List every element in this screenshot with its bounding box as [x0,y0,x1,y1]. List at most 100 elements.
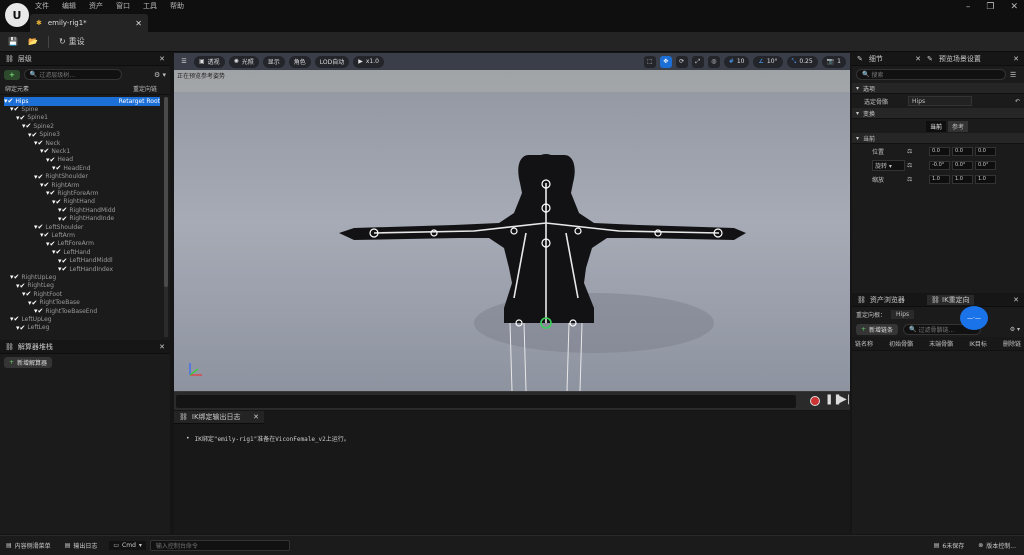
viewport-menu-icon[interactable]: ☰ [178,56,190,68]
bone-toggle-icon[interactable]: ▾✔ [28,131,37,139]
tree-row[interactable]: ▾✔ RightUpLeg [10,273,56,281]
scale-y-field[interactable]: 1.0 [952,174,973,184]
current-toggle[interactable]: 当前 [926,120,947,132]
tree-row[interactable]: ▾✔ LeftUpLeg [10,315,52,323]
menu-help[interactable]: 帮助 [170,1,184,11]
tree-row[interactable]: ▾✔ Spine2 [22,122,54,130]
reset-arrow-icon[interactable]: ↶ [1015,98,1020,105]
bone-toggle-icon[interactable]: ▾✔ [34,139,43,147]
preview-settings-tab[interactable]: 预览场景设置 [939,54,981,64]
tree-row[interactable]: ▾✔ LeftForeArm [46,240,94,248]
perspective-button[interactable]: ▣ 透视 [194,55,225,68]
tree-row[interactable]: ▾✔ Neck1 [40,147,70,155]
rotation-x-field[interactable]: -0.0° [929,160,950,170]
rotation-lock-icon[interactable]: ⚖ [907,162,927,169]
grid-snap-button[interactable]: #10 [723,55,750,68]
bone-toggle-icon[interactable]: ▾✔ [34,223,43,231]
tree-row[interactable]: ▾✔ Spine [10,105,38,113]
camera-speed-button[interactable]: 📷 1 [821,55,846,68]
add-button[interactable]: + [4,69,20,80]
bone-toggle-icon[interactable]: ▾✔ [16,324,25,332]
content-drawer-button[interactable]: ▤ 内容侧滑菜单 [6,541,51,550]
settings-gear-icon[interactable]: ⚙ ▾ [154,71,166,79]
lit-button[interactable]: ✺ 光照 [228,55,259,68]
tree-row[interactable]: ▾✔ LeftLeg [16,324,49,332]
bone-toggle-icon[interactable]: ▾✔ [40,231,49,239]
menu-asset[interactable]: 资产 [89,1,103,11]
bone-toggle-icon[interactable]: ▾✔ [10,273,19,281]
minimize-icon[interactable]: – [966,2,971,12]
section-transform[interactable]: ▾ 变换 [852,108,1024,119]
bone-toggle-icon[interactable]: ▾✔ [58,215,67,223]
bone-toggle-icon[interactable]: ▾✔ [28,299,37,307]
details-options-icon[interactable]: ☰ [1010,71,1016,79]
tree-row[interactable]: ▾✔ Spine1 [16,114,48,122]
selected-bone-field[interactable]: Hips [908,96,973,106]
tree-row[interactable]: ▾✔ Neck [34,139,60,147]
bone-toggle-icon[interactable]: ▾✔ [46,189,55,197]
character-button[interactable]: 角色 [288,55,311,68]
add-solver-button[interactable]: + 新增解算器 [4,357,53,368]
menu-window[interactable]: 窗口 [116,1,130,11]
menu-edit[interactable]: 编辑 [62,1,76,11]
bone-toggle-icon[interactable]: ▾✔ [16,282,25,290]
bone-toggle-icon[interactable]: ▾✔ [40,181,49,189]
hierarchy-search-input[interactable]: 🔍 过滤层级树... [23,69,122,80]
bone-toggle-icon[interactable]: ▾✔ [34,173,43,181]
playback-speed-button[interactable]: ▶ x1.0 [353,55,384,68]
editor-tab[interactable]: ✱ emily-rig1* ✕ [30,14,148,32]
rotation-y-field[interactable]: 0.0° [952,160,973,170]
save-icon[interactable]: 💾 [8,37,18,46]
details-tab[interactable]: 细节 [869,54,883,64]
viewport[interactable]: ☰ ▣ 透视 ✺ 光照 显示 角色 LOD自动 ▶ x1.0 ⬚ ✥ ⟳ ⤢ ◎ #1… [174,53,850,391]
tree-row[interactable]: ▾✔ RightHand [52,198,95,206]
timeline-track[interactable] [176,395,796,408]
scale-x-field[interactable]: 1.0 [929,174,950,184]
tree-row[interactable]: ▾✔ RightToeBaseEnd [34,307,97,315]
scale-lock-icon[interactable]: ⚖ [907,176,927,183]
console-input[interactable]: 输入控制台命令 [149,540,290,551]
bone-toggle-icon[interactable]: ▾✔ [58,257,67,265]
bone-toggle-icon[interactable]: ▾✔ [34,307,43,315]
maximize-icon[interactable]: ❐ [986,2,994,12]
scale-mode-icon[interactable]: ⤢ [691,55,704,68]
hierarchy-scrollbar[interactable] [164,97,168,337]
select-mode-icon[interactable]: ⬚ [643,55,656,68]
bone-toggle-icon[interactable]: ▾✔ [4,97,13,105]
tree-row-root[interactable]: ▾✔ Hips Retarget Root [4,97,160,105]
tree-row[interactable]: ▾✔ Head [46,156,73,164]
rotation-z-field[interactable]: 0.0° [975,160,996,170]
menu-file[interactable]: 文件 [35,1,49,11]
tree-row[interactable]: ▾✔ Spine3 [28,131,60,139]
close-panel-icon[interactable]: ✕ [915,55,921,63]
ik-retarget-tab[interactable]: ⛓ IK重定向 [926,295,974,305]
tree-row[interactable]: ▾✔ RightHandMidd [58,206,115,214]
close-window-icon[interactable]: ✕ [1010,2,1018,12]
tree-row[interactable]: ▾✔ LeftHandIndex [58,265,113,273]
tree-row[interactable]: ▾✔ LeftArm [40,231,75,239]
scale-z-field[interactable]: 1.0 [975,174,996,184]
unsaved-button[interactable]: ▤ 6未保存 [934,541,965,550]
location-y-field[interactable]: 0.0 [952,146,973,156]
tree-row[interactable]: ▾✔ RightArm [40,181,80,189]
record-icon[interactable] [810,396,820,406]
tree-row[interactable]: ▾✔ RightHandInde [58,215,114,223]
menu-tools[interactable]: 工具 [143,1,157,11]
close-panel-icon[interactable]: ✕ [1013,55,1019,63]
bone-toggle-icon[interactable]: ▾✔ [10,105,19,113]
retarget-root-dropdown[interactable]: Hips [891,310,915,319]
bone-toggle-icon[interactable]: ▾✔ [58,265,67,273]
bone-toggle-icon[interactable]: ▾✔ [52,198,61,206]
output-log-button[interactable]: ▤ 输出日志 [65,541,98,550]
close-tab-icon[interactable]: ✕ [135,19,142,28]
section-current[interactable]: ▾ 当前 [852,133,1024,144]
move-mode-icon[interactable]: ✥ [659,55,672,68]
close-panel-icon[interactable]: ✕ [159,343,165,351]
reference-toggle[interactable]: 参考 [948,120,969,132]
ik-log-tab[interactable]: ⛓ IK绑定输出日志 ✕ [174,411,264,424]
source-control-button[interactable]: ⊗ 版本控制... [978,541,1016,550]
bone-toggle-icon[interactable]: ▾✔ [46,240,55,248]
asset-browser-tab[interactable]: 资产浏览器 [870,295,905,305]
show-button[interactable]: 显示 [262,55,285,68]
location-x-field[interactable]: 0.0 [929,146,950,156]
